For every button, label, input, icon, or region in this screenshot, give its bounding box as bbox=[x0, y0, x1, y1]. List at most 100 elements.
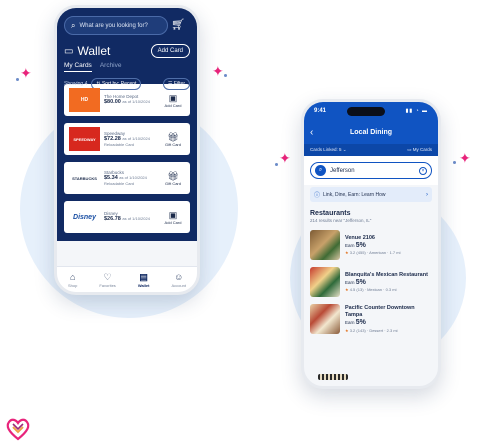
sparkle-icon: ✦ bbox=[212, 64, 227, 78]
balance-note: as of 1/10/2024 bbox=[122, 216, 150, 222]
nav-wallet[interactable]: ▤ Wallet bbox=[138, 272, 150, 288]
balance-note: as of 1/10/2024 bbox=[122, 136, 150, 141]
cuisine: Dessert bbox=[369, 327, 384, 333]
earn-rate: 5% bbox=[355, 319, 366, 326]
list-item[interactable]: Venue 2106 Earn 5% ★ 3.2 (455) · America… bbox=[310, 230, 432, 260]
restaurant-name: Venue 2106 bbox=[345, 234, 375, 241]
search-placeholder: What are you looking for? bbox=[79, 22, 148, 29]
account-icon: ☺ bbox=[174, 271, 184, 282]
tab-archive[interactable]: Archive bbox=[100, 62, 122, 72]
my-cards-link[interactable]: ▭ My Cards bbox=[407, 147, 432, 153]
card-action-button[interactable]: ▣ Add Card bbox=[161, 93, 185, 108]
restaurant-photo bbox=[310, 304, 340, 334]
card-list: HD The Home Depot $80.00 as of 1/10/2024… bbox=[57, 84, 197, 241]
sparkle-icon: ✦ bbox=[16, 66, 32, 81]
restaurant-name: Blanquita's Mexican Restaurant bbox=[345, 271, 428, 278]
add-card-button[interactable]: Add Card bbox=[150, 44, 190, 58]
search-input[interactable]: ⌕ Jefferson × bbox=[310, 162, 432, 179]
gift-icon: 🎁︎ bbox=[167, 131, 179, 142]
cards-linked[interactable]: Cards Linked: 5 ⌄ bbox=[310, 147, 347, 153]
restaurant-name: Pacific Counter Downtown Tampa bbox=[345, 305, 415, 319]
card-icon: ▭ bbox=[407, 147, 412, 152]
heart-logo-icon bbox=[6, 418, 30, 441]
wallet-tabs: My Cards Archive bbox=[64, 62, 190, 72]
chevron-right-icon: › bbox=[426, 191, 428, 198]
wallet-phone: ⌕ What are you looking for? 🛒︎ ▭ Wallet … bbox=[54, 5, 200, 295]
signal-icon: ▮▮ ◔ ▬ bbox=[405, 108, 428, 114]
my-cards-label: My Cards bbox=[412, 147, 432, 152]
card-action-button[interactable]: 🎁︎ Gift Card bbox=[161, 132, 185, 147]
review-count: (455) bbox=[356, 250, 366, 256]
filter-button[interactable]: ☰ Filter bbox=[163, 78, 190, 90]
search-icon: ⌕ bbox=[71, 20, 76, 30]
tab-my-cards[interactable]: My Cards bbox=[64, 62, 92, 72]
earn-label: Earn bbox=[345, 242, 355, 248]
heart-icon: ♡ bbox=[103, 271, 112, 282]
card-balance: $80.00 bbox=[104, 99, 121, 106]
restaurant-photo bbox=[310, 230, 340, 260]
card-action-label: Gift Card bbox=[164, 180, 181, 186]
list-item[interactable]: Blanquita's Mexican Restaurant Earn 5% ★… bbox=[310, 267, 432, 297]
card-action-button[interactable]: ▣ Add Card bbox=[161, 210, 185, 225]
distance: 2.3 mi bbox=[386, 327, 398, 333]
earn-label: Earn bbox=[345, 279, 355, 285]
search-section: ⌕ Jefferson × bbox=[304, 156, 438, 185]
restaurant-photo-peek bbox=[318, 374, 348, 380]
speedway-logo: SPEEDWAY bbox=[69, 127, 100, 151]
review-count: (143) bbox=[356, 327, 366, 333]
earn-rate: 5% bbox=[355, 278, 366, 286]
card-icon: ▣ bbox=[168, 92, 178, 103]
bottom-nav: ⌂ Shop ♡ Favorites ▤ Wallet ☺ Account bbox=[57, 266, 197, 292]
page-title: ▭ Wallet bbox=[64, 44, 110, 58]
balance-note: as of 1/10/2024 bbox=[119, 175, 147, 180]
results-count: 214 results near "Jefferson, IL" bbox=[310, 218, 372, 223]
wallet-icon: ▭ bbox=[64, 45, 74, 57]
cart-icon[interactable]: 🛒︎ bbox=[171, 18, 185, 31]
page-title: Local Dining bbox=[350, 128, 392, 136]
rating: 4.5 bbox=[349, 287, 356, 293]
earn-rate: 5% bbox=[355, 241, 366, 249]
earn-label: Earn bbox=[345, 320, 355, 325]
search-icon: ⌕ bbox=[315, 165, 326, 176]
nav-account[interactable]: ☺ Account bbox=[171, 272, 185, 288]
clear-icon[interactable]: × bbox=[419, 166, 427, 175]
nav-shop[interactable]: ⌂ Shop bbox=[68, 272, 77, 288]
back-icon[interactable]: ‹ bbox=[310, 127, 330, 138]
learn-how-banner[interactable]: ⓘ Link, Dine, Earn: Learn How › bbox=[310, 187, 432, 202]
card-sub: Reloadable Card bbox=[104, 141, 135, 147]
card-action-label: Gift Card bbox=[164, 141, 181, 147]
list-item[interactable]: Pacific Counter Downtown Tampa Earn 5% ★… bbox=[310, 304, 432, 334]
rating: 3.2 bbox=[349, 327, 356, 333]
shop-icon: ⌂ bbox=[69, 271, 76, 282]
star-icon: ★ bbox=[345, 327, 349, 333]
wallet-icon: ▤ bbox=[139, 271, 148, 282]
distance: 1.7 mi bbox=[389, 250, 401, 256]
linked-cards-bar: Cards Linked: 5 ⌄ ▭ My Cards bbox=[304, 144, 438, 156]
distance: 0.3 mi bbox=[385, 287, 397, 293]
sparkle-icon: ✦ bbox=[275, 151, 291, 166]
card-action-label: Add Card bbox=[164, 219, 182, 225]
card-balance: $26.78 bbox=[104, 216, 121, 223]
nav-favorites[interactable]: ♡ Favorites bbox=[99, 272, 115, 288]
filter-label: Filter bbox=[173, 81, 185, 87]
list-item[interactable]: Disney Disney $26.78 as of 1/10/2024 ▣ Ad… bbox=[64, 201, 190, 233]
gift-icon: 🎁︎ bbox=[167, 170, 179, 181]
card-icon: ▣ bbox=[168, 209, 178, 220]
list-item[interactable]: SPEEDWAY Speedway $72.28 as of 1/10/2024… bbox=[64, 123, 190, 155]
cuisine: American bbox=[369, 250, 386, 256]
section-title: Restaurants bbox=[310, 210, 351, 217]
starbucks-logo: STARBUCKS bbox=[69, 166, 100, 190]
review-count: (13) bbox=[356, 287, 364, 293]
restaurants-section: Restaurants 214 results near "Jefferson,… bbox=[304, 202, 438, 334]
list-item[interactable]: STARBUCKS Starbucks $5.34 as of 1/10/202… bbox=[64, 162, 190, 194]
showing-count: Showing 4 bbox=[64, 81, 88, 87]
home-depot-logo: HD bbox=[69, 88, 100, 112]
card-sub: Reloadable Card bbox=[104, 180, 135, 186]
rating: 3.2 bbox=[349, 250, 356, 256]
search-value: Jefferson bbox=[330, 167, 355, 174]
search-input[interactable]: ⌕ What are you looking for? bbox=[64, 16, 168, 35]
nav-label: Shop bbox=[68, 282, 78, 288]
cards-linked-label: Cards Linked: 5 bbox=[310, 147, 342, 152]
card-action-button[interactable]: 🎁︎ Gift Card bbox=[161, 171, 185, 186]
card-action-label: Add Card bbox=[164, 102, 182, 108]
